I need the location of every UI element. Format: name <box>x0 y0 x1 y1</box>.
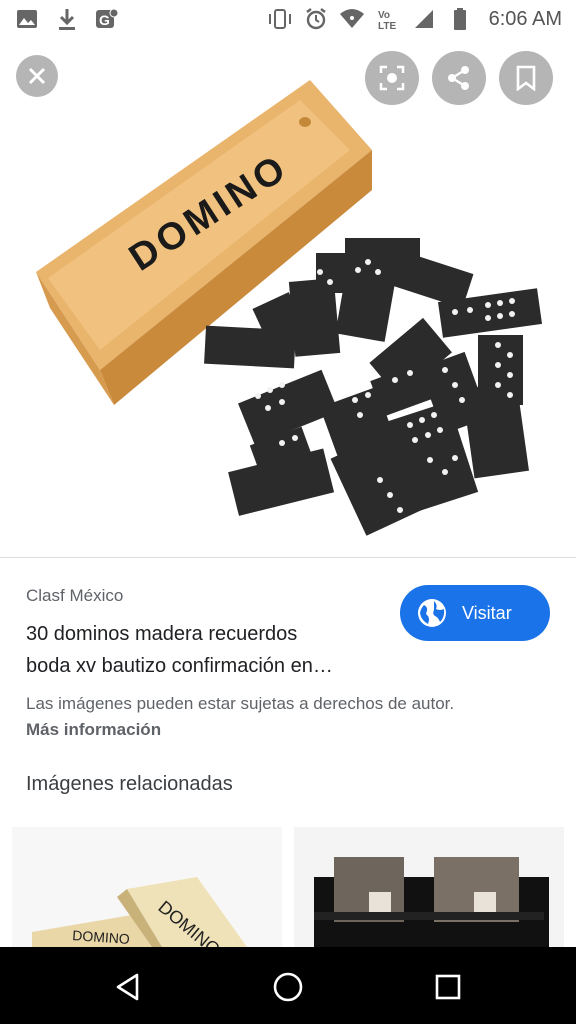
result-image[interactable]: DOMINO <box>0 40 576 555</box>
related-image-1: DOMINO DOMINO <box>12 827 282 947</box>
home-icon <box>273 972 303 1002</box>
download-icon <box>54 6 80 32</box>
alarm-icon <box>303 6 329 32</box>
bookmark-button[interactable] <box>499 51 553 105</box>
more-info-link[interactable]: Más información <box>26 720 161 740</box>
source-site[interactable]: Clasf México <box>26 586 123 606</box>
close-button[interactable] <box>16 55 58 97</box>
back-button[interactable] <box>108 967 148 1007</box>
share-button[interactable] <box>432 51 486 105</box>
image-icon <box>14 6 40 32</box>
result-title-line1: 30 dominos madera recuerdos <box>26 623 298 645</box>
share-icon <box>448 66 469 90</box>
result-title-line2: boda xv bautizo confirmación en… <box>26 655 333 677</box>
clock: 6:06 AM <box>488 7 562 30</box>
navigation-bar <box>0 947 576 1024</box>
vibrate-icon <box>267 6 293 32</box>
related-image-2 <box>294 827 564 947</box>
home-button[interactable] <box>268 967 308 1007</box>
related-thumbnail-1[interactable]: DOMINO DOMINO <box>12 827 282 947</box>
bookmark-icon <box>516 65 536 91</box>
signal-icon <box>411 6 437 32</box>
google-settings-icon: G <box>94 6 120 32</box>
back-icon <box>116 973 139 1001</box>
lens-icon <box>379 65 405 91</box>
battery-icon <box>447 6 473 32</box>
recents-icon <box>435 974 461 1000</box>
divider <box>0 557 576 558</box>
domino-box: DOMINO <box>36 80 372 405</box>
visit-label: Visitar <box>462 602 512 623</box>
svg-text:G: G <box>99 12 110 28</box>
related-thumbnail-2[interactable] <box>294 827 564 947</box>
related-heading: Imágenes relacionadas <box>26 773 233 795</box>
svg-text:Vo: Vo <box>378 10 390 21</box>
wifi-icon <box>339 6 365 32</box>
lens-button[interactable] <box>365 51 419 105</box>
volte-icon: Vo LTE <box>375 6 401 32</box>
rights-notice: Las imágenes pueden estar sujetas a dere… <box>26 694 455 713</box>
svg-text:LTE: LTE <box>378 21 396 31</box>
globe-icon <box>418 599 446 627</box>
visit-button[interactable]: Visitar <box>400 585 550 641</box>
result-title[interactable]: 30 dominos madera recuerdos boda xv baut… <box>26 618 386 682</box>
close-icon <box>28 67 46 85</box>
recents-button[interactable] <box>428 967 468 1007</box>
status-bar: G Vo LTE 6:06 AM <box>0 0 576 40</box>
domino-photo: DOMINO <box>36 80 543 536</box>
